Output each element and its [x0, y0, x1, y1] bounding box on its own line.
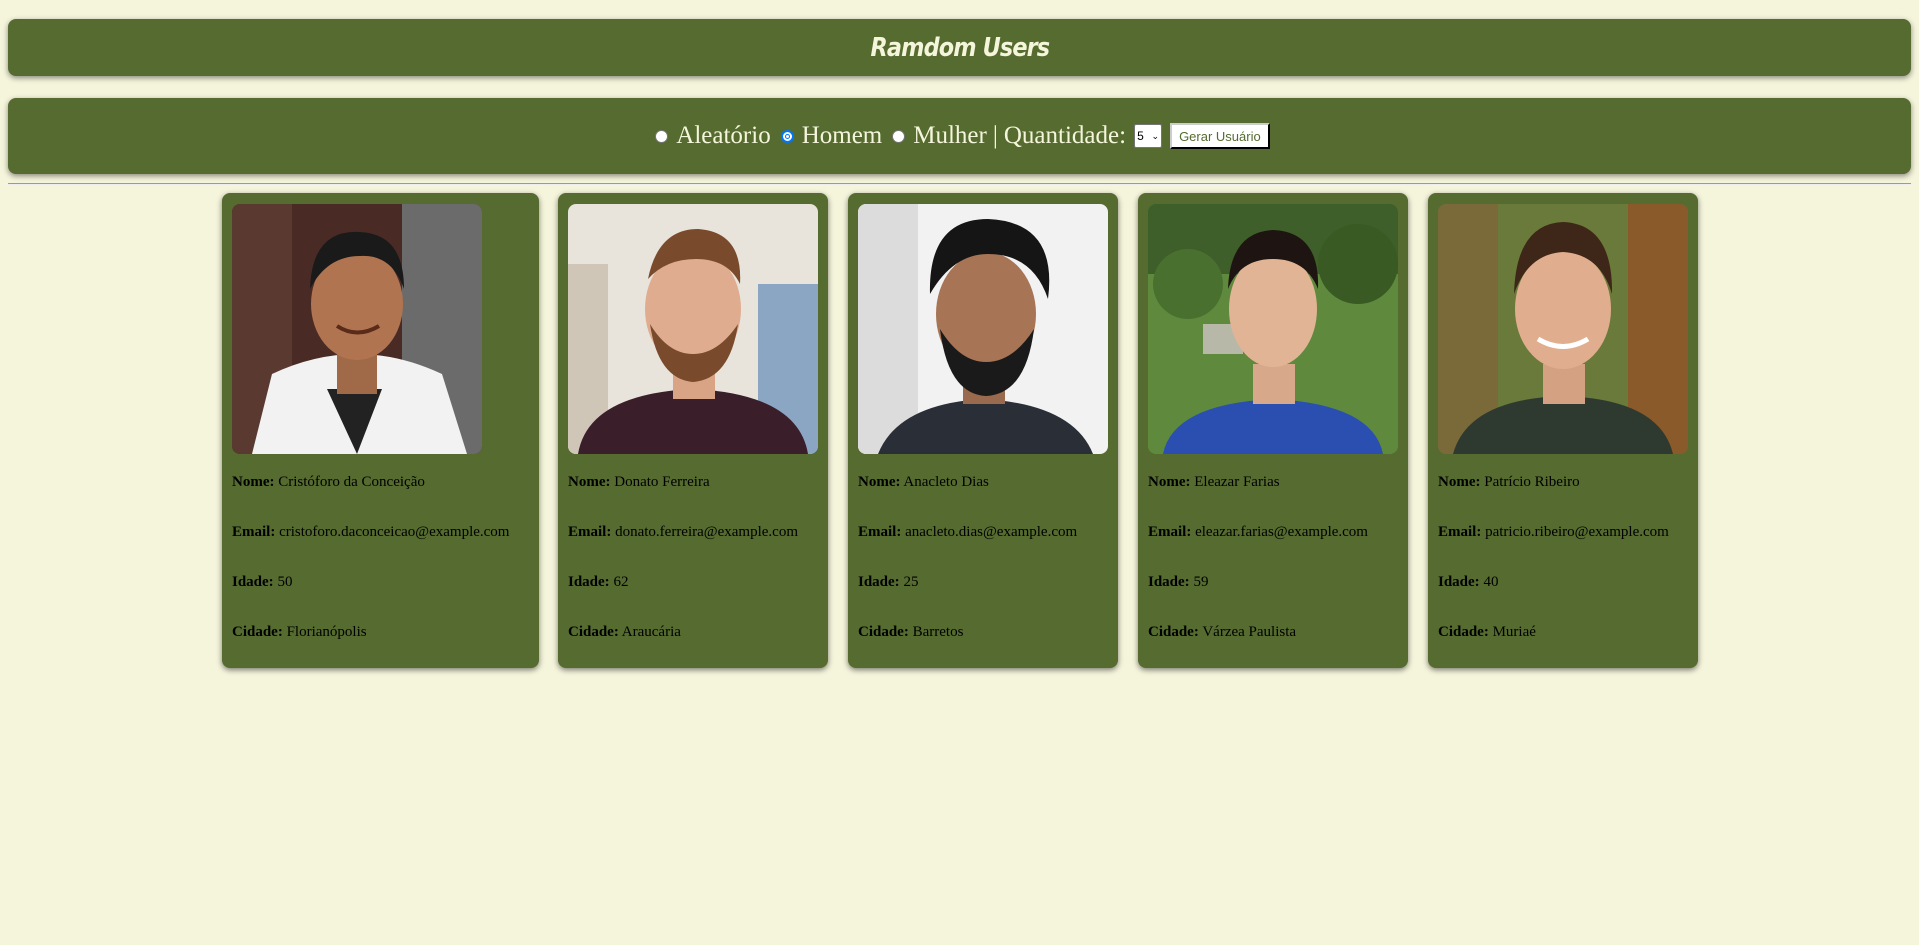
radio-homem[interactable]	[780, 129, 794, 143]
radio-aleatorio-label[interactable]: Aleatório	[676, 122, 770, 150]
user-age: Idade: 59	[1148, 574, 1398, 591]
name-label: Nome:	[1438, 474, 1481, 490]
user-email: Email: cristoforo.daconceicao@example.co…	[232, 524, 529, 541]
user-card: Nome: Patrício Ribeiro Email: patricio.r…	[1428, 193, 1698, 668]
name-value: Cristóforo da Conceição	[278, 474, 425, 490]
age-label: Idade:	[568, 574, 610, 590]
city-value: Barretos	[912, 624, 964, 640]
controls-bar: Aleatório Homem Mulher | Quantidade: 5 ⌄…	[8, 98, 1911, 174]
user-age: Idade: 62	[568, 574, 818, 591]
user-photo	[1438, 204, 1688, 454]
age-value: 62	[613, 574, 629, 590]
user-card: Nome: Anacleto Dias Email: anacleto.dias…	[848, 193, 1118, 668]
user-age: Idade: 40	[1438, 574, 1688, 591]
age-label: Idade:	[1148, 574, 1190, 590]
user-name: Nome: Cristóforo da Conceição	[232, 474, 529, 491]
user-photo	[232, 204, 482, 454]
quantity-select[interactable]: 5 ⌄	[1134, 124, 1163, 148]
city-label: Cidade:	[1148, 624, 1199, 640]
age-label: Idade:	[232, 574, 274, 590]
name-value: Eleazar Farias	[1194, 474, 1280, 490]
user-email: Email: donato.ferreira@example.com	[568, 524, 818, 541]
radio-homem-label[interactable]: Homem	[802, 122, 883, 150]
user-city: Cidade: Araucária	[568, 624, 818, 641]
user-photo	[1148, 204, 1398, 454]
name-label: Nome:	[568, 474, 611, 490]
divider	[8, 183, 1911, 185]
email-value: cristoforo.daconceicao@example.com	[279, 524, 510, 540]
city-label: Cidade:	[858, 624, 909, 640]
radio-aleatorio[interactable]	[655, 129, 669, 143]
user-email: Email: patricio.ribeiro@example.com	[1438, 524, 1688, 541]
email-value: anacleto.dias@example.com	[905, 524, 1078, 540]
user-age: Idade: 50	[232, 574, 529, 591]
radio-mulher-label[interactable]: Mulher	[913, 122, 987, 150]
user-photo	[568, 204, 818, 454]
page-title: Ramdom Users	[870, 32, 1050, 63]
name-label: Nome:	[232, 474, 275, 490]
name-label: Nome:	[858, 474, 901, 490]
user-city: Cidade: Muriaé	[1438, 624, 1688, 641]
user-city: Cidade: Barretos	[858, 624, 1108, 641]
email-value: eleazar.farias@example.com	[1195, 524, 1368, 540]
chevron-down-icon: ⌄	[1151, 130, 1160, 141]
city-label: Cidade:	[568, 624, 619, 640]
name-value: Patrício Ribeiro	[1484, 474, 1580, 490]
email-value: donato.ferreira@example.com	[615, 524, 798, 540]
user-email: Email: eleazar.farias@example.com	[1148, 524, 1398, 541]
city-value: Muriaé	[1492, 624, 1536, 640]
user-name: Nome: Donato Ferreira	[568, 474, 818, 491]
user-city: Cidade: Florianópolis	[232, 624, 529, 641]
name-value: Anacleto Dias	[903, 474, 989, 490]
quantity-label: Quantidade:	[1003, 122, 1127, 149]
email-label: Email:	[232, 524, 276, 540]
city-label: Cidade:	[232, 624, 283, 640]
age-value: 25	[903, 574, 919, 590]
email-label: Email:	[1148, 524, 1192, 540]
user-photo	[858, 204, 1108, 454]
email-label: Email:	[1438, 524, 1482, 540]
city-value: Araucária	[621, 624, 681, 640]
email-label: Email:	[568, 524, 612, 540]
email-label: Email:	[858, 524, 902, 540]
user-city: Cidade: Várzea Paulista	[1148, 624, 1398, 641]
generate-user-button[interactable]: Gerar Usuário	[1170, 123, 1270, 149]
name-value: Donato Ferreira	[614, 474, 710, 490]
user-card: Nome: Cristóforo da Conceição Email: cri…	[222, 193, 539, 668]
city-label: Cidade:	[1438, 624, 1489, 640]
separator: |	[992, 122, 998, 149]
user-name: Nome: Anacleto Dias	[858, 474, 1108, 491]
email-value: patricio.ribeiro@example.com	[1485, 524, 1669, 540]
age-value: 50	[277, 574, 293, 590]
name-label: Nome:	[1148, 474, 1191, 490]
header-bar: Ramdom Users	[8, 19, 1911, 76]
age-value: 59	[1193, 574, 1209, 590]
user-card: Nome: Donato Ferreira Email: donato.ferr…	[558, 193, 828, 668]
user-age: Idade: 25	[858, 574, 1108, 591]
radio-mulher[interactable]	[892, 129, 906, 143]
user-email: Email: anacleto.dias@example.com	[858, 524, 1108, 541]
quantity-value: 5	[1137, 129, 1144, 143]
city-value: Várzea Paulista	[1202, 624, 1297, 640]
city-value: Florianópolis	[286, 624, 367, 640]
user-name: Nome: Eleazar Farias	[1148, 474, 1398, 491]
age-value: 40	[1483, 574, 1499, 590]
page: Ramdom Users Aleatório Homem Mulher | Qu…	[0, 0, 1919, 945]
user-card: Nome: Eleazar Farias Email: eleazar.fari…	[1138, 193, 1408, 668]
user-name: Nome: Patrício Ribeiro	[1438, 474, 1688, 491]
age-label: Idade:	[1438, 574, 1480, 590]
age-label: Idade:	[858, 574, 900, 590]
